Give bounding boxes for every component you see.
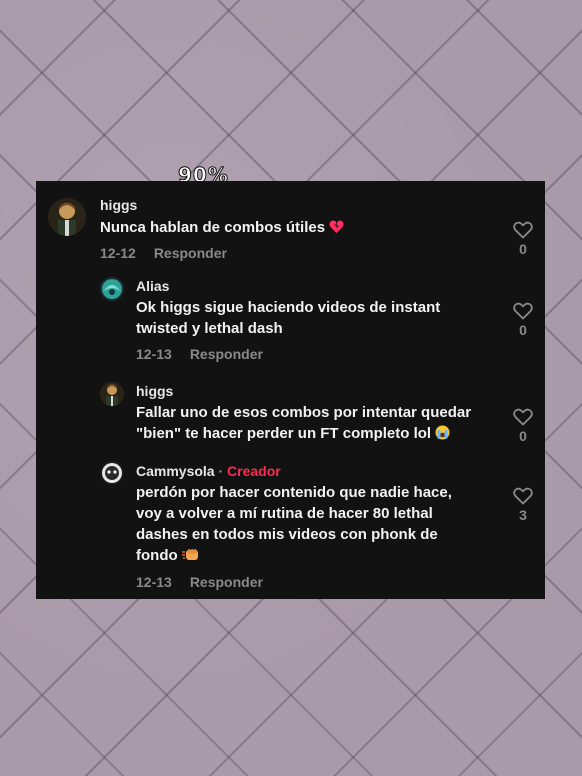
comment-text-body: Fallar uno de esos combos por intentar q…: [136, 404, 472, 442]
comment-meta: 12-12 Responder: [100, 245, 227, 261]
comment-meta: 12-13 Responder: [136, 574, 263, 590]
comment-text: Fallar uno de esos combos por intentar q…: [136, 402, 496, 444]
comment-author-row: Cammysola · Creador: [136, 463, 281, 479]
reply-button[interactable]: Responder: [154, 245, 227, 261]
comment-date: 12-12: [100, 245, 136, 261]
like-button[interactable]: 0: [511, 221, 535, 257]
like-count: 0: [519, 241, 527, 257]
reply-button[interactable]: Responder: [190, 346, 263, 362]
like-count: 0: [519, 428, 527, 444]
comments-panel: higgs Nunca hablan de combos útiles 12-1…: [36, 181, 545, 599]
avatar[interactable]: [100, 382, 124, 406]
like-button[interactable]: 0: [511, 408, 535, 444]
fist-icon: [181, 547, 200, 564]
heart-icon: [513, 302, 533, 320]
separator-dot: ·: [218, 463, 224, 479]
comment-author[interactable]: Alias: [136, 278, 169, 294]
crying-face-icon: [435, 425, 450, 442]
comment-author[interactable]: Cammysola: [136, 463, 215, 479]
comment-meta: 12-13 Responder: [136, 346, 263, 362]
reply-button[interactable]: Responder: [190, 574, 263, 590]
comment-date: 12-13: [136, 574, 172, 590]
broken-heart-icon: [329, 219, 344, 236]
comment-text: Ok higgs sigue haciendo videos de instan…: [136, 299, 441, 337]
avatar[interactable]: [48, 198, 86, 236]
avatar[interactable]: [100, 277, 124, 301]
avatar[interactable]: [100, 461, 124, 485]
comment-author[interactable]: higgs: [136, 383, 173, 399]
comment-text: perdón por hacer contenido que nadie hac…: [136, 482, 476, 566]
like-count: 3: [519, 507, 527, 523]
comment-text: Nunca hablan de combos útiles: [100, 217, 480, 238]
heart-icon: [513, 221, 533, 239]
comment-author[interactable]: higgs: [100, 197, 137, 213]
heart-icon: [513, 487, 533, 505]
like-button[interactable]: 3: [511, 487, 535, 523]
creator-badge: Creador: [227, 463, 281, 479]
heart-icon: [513, 408, 533, 426]
comment-date: 12-13: [136, 346, 172, 362]
comment-text-body: Nunca hablan de combos útiles: [100, 219, 326, 236]
like-count: 0: [519, 322, 527, 338]
like-button[interactable]: 0: [511, 302, 535, 338]
